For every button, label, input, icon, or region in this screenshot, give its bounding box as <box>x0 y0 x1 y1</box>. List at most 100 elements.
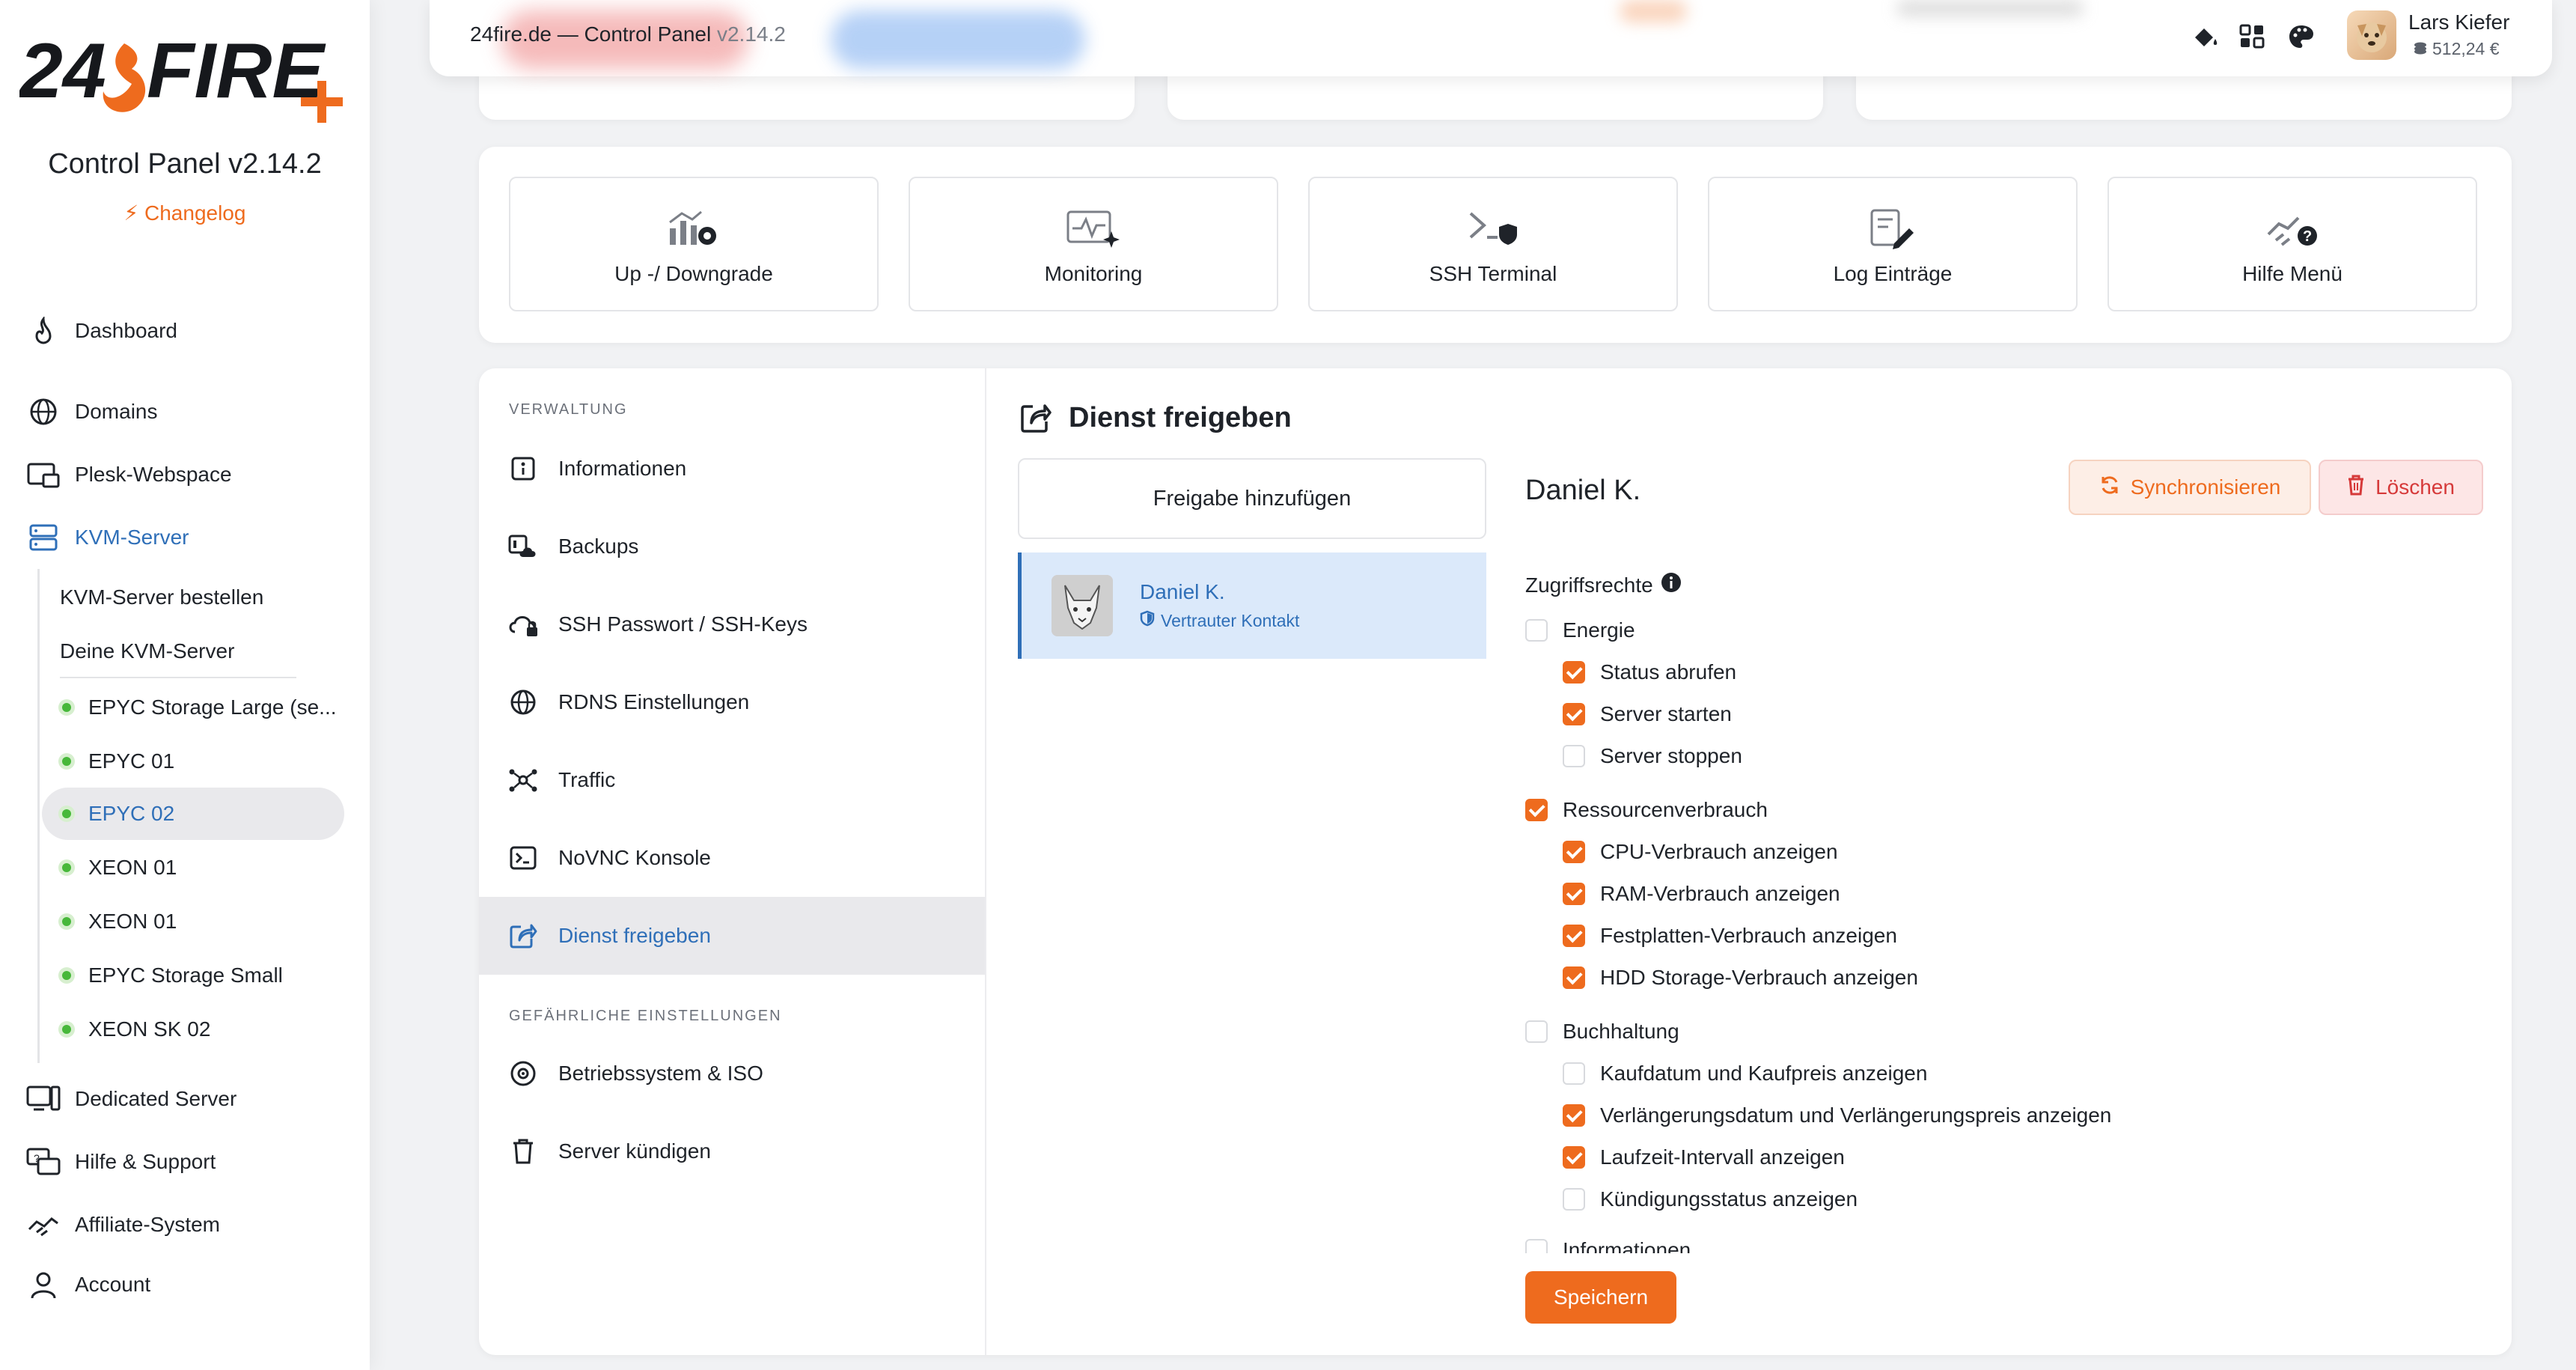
terminal-shield-icon <box>1463 202 1523 255</box>
changelog-link[interactable]: ⚡ Changelog <box>0 201 370 225</box>
shared-contact-item[interactable]: Daniel K. Vertrauter Kontakt <box>1018 552 1486 659</box>
permission-list-clip: Informationen <box>1525 1229 1974 1253</box>
main-panel: VERWALTUNG Informationen Backups SSH Pas… <box>479 368 2512 1355</box>
help-menu-button[interactable]: ? Hilfe Menü <box>2108 177 2477 311</box>
checkbox[interactable] <box>1563 1062 1585 1085</box>
checkbox[interactable] <box>1525 1239 1548 1253</box>
permission-accounting[interactable]: Buchhaltung <box>1525 1011 1679 1053</box>
server-item[interactable]: EPYC Storage Large (se... <box>42 681 344 734</box>
sidebar-item-kvm-order[interactable]: KVM-Server bestellen <box>60 575 263 620</box>
quick-actions-panel: Up -/ Downgrade Monitoring SSH Terminal … <box>479 147 2512 343</box>
sidebar-item-plesk[interactable]: Plesk-Webspace <box>25 454 232 496</box>
svg-text:?: ? <box>2303 228 2312 245</box>
checkbox[interactable] <box>1563 1188 1585 1211</box>
permission-energy[interactable]: Energie <box>1525 609 1635 651</box>
share-icon <box>506 919 540 953</box>
submenu-label: Informationen <box>558 457 687 480</box>
ssh-terminal-button[interactable]: SSH Terminal <box>1308 177 1678 311</box>
sidebar-item-dedicated[interactable]: Dedicated Server <box>25 1078 236 1120</box>
submenu-item-traffic[interactable]: Traffic <box>479 741 985 819</box>
permission-resources[interactable]: Ressourcenverbrauch <box>1525 789 1768 831</box>
user-avatar[interactable] <box>2347 10 2396 60</box>
permission-renewal[interactable]: Verlängerungsdatum und Verlängerungsprei… <box>1563 1095 2111 1136</box>
checkbox[interactable] <box>1563 745 1585 767</box>
submenu-item-ssh-keys[interactable]: SSH Passwort / SSH-Keys <box>479 585 985 663</box>
submenu-item-information[interactable]: Informationen <box>479 430 985 508</box>
save-button[interactable]: Speichern <box>1525 1271 1676 1324</box>
permission-start[interactable]: Server starten <box>1563 693 1732 735</box>
checkbox[interactable] <box>1525 619 1548 642</box>
server-item[interactable]: XEON SK 02 <box>42 1003 344 1056</box>
server-item[interactable]: EPYC 02 <box>42 788 344 840</box>
permission-disk[interactable]: Festplatten-Verbrauch anzeigen <box>1563 915 1897 957</box>
sidebar-item-support[interactable]: ? Hilfe & Support <box>25 1141 216 1183</box>
submenu-item-novnc[interactable]: NoVNC Konsole <box>479 819 985 897</box>
permission-interval[interactable]: Laufzeit-Intervall anzeigen <box>1563 1136 1845 1178</box>
checkbox[interactable] <box>1525 799 1548 821</box>
server-name: EPYC 01 <box>88 749 175 773</box>
user-name[interactable]: Lars Kiefer <box>2408 10 2509 34</box>
checkbox[interactable] <box>1563 925 1585 947</box>
sidebar-item-account[interactable]: Account <box>25 1264 150 1306</box>
submenu-label: SSH Passwort / SSH-Keys <box>558 612 808 636</box>
permission-purchase[interactable]: Kaufdatum und Kaufpreis anzeigen <box>1563 1053 1927 1095</box>
submenu-item-cancel-server[interactable]: Server kündigen <box>479 1112 985 1190</box>
monitoring-button[interactable]: Monitoring <box>909 177 1278 311</box>
sidebar-item-affiliate[interactable]: Affiliate-System <box>25 1204 220 1246</box>
section-title-text: Dienst freigeben <box>1069 401 1292 433</box>
synchronize-button[interactable]: Synchronisieren <box>2069 460 2311 515</box>
server-item[interactable]: EPYC Storage Small <box>42 949 344 1002</box>
submenu-item-share-service[interactable]: Dienst freigeben <box>479 897 985 975</box>
contact-avatar <box>1052 575 1113 636</box>
permission-label: RAM-Verbrauch anzeigen <box>1600 882 1840 905</box>
paint-bucket-icon[interactable] <box>2188 19 2223 54</box>
sidebar-item-dashboard[interactable]: Dashboard <box>25 310 177 352</box>
checkbox[interactable] <box>1563 841 1585 863</box>
submenu-item-rdns[interactable]: RDNS Einstellungen <box>479 663 985 741</box>
log-entries-button[interactable]: Log Einträge <box>1708 177 2078 311</box>
checkbox[interactable] <box>1563 703 1585 725</box>
info-icon[interactable] <box>1661 572 1682 598</box>
delete-button[interactable]: Löschen <box>2319 460 2483 515</box>
status-online-icon <box>58 913 75 930</box>
permission-cancellation[interactable]: Kündigungsstatus anzeigen <box>1563 1178 1858 1220</box>
status-online-icon <box>58 967 75 984</box>
sidebar-item-domains[interactable]: Domains <box>25 391 157 433</box>
submenu-label: Traffic <box>558 768 616 791</box>
permission-label: Laufzeit-Intervall anzeigen <box>1600 1145 1845 1169</box>
server-name: XEON 01 <box>88 856 177 879</box>
palette-icon[interactable] <box>2284 19 2319 54</box>
apps-grid-icon[interactable] <box>2236 19 2271 54</box>
checkbox[interactable] <box>1563 966 1585 989</box>
submenu-item-backups[interactable]: Backups <box>479 508 985 585</box>
checkbox[interactable] <box>1563 1104 1585 1127</box>
permission-cpu[interactable]: CPU-Verbrauch anzeigen <box>1563 831 1838 873</box>
permissions-list: Energie Status abrufen Server starten Se… <box>1525 600 2423 876</box>
sidebar-item-kvm-yours[interactable]: Deine KVM-Server <box>60 629 234 674</box>
backup-cloud-icon <box>506 529 540 564</box>
sidebar-label: KVM-Server <box>75 526 189 549</box>
checkbox[interactable] <box>1563 1146 1585 1169</box>
add-share-button[interactable]: Freigabe hinzufügen <box>1018 458 1486 539</box>
refresh-icon <box>2099 475 2120 501</box>
permission-ram[interactable]: RAM-Verbrauch anzeigen <box>1563 873 1840 915</box>
server-item[interactable]: XEON 01 <box>42 895 344 948</box>
server-item[interactable]: EPYC 01 <box>42 735 344 788</box>
blurred-element <box>1620 0 1687 22</box>
trusted-contact-label: Vertrauter Kontakt <box>1161 610 1300 630</box>
permission-hdd[interactable]: HDD Storage-Verbrauch anzeigen <box>1563 957 1918 999</box>
checkbox[interactable] <box>1563 883 1585 905</box>
submenu-item-os-iso[interactable]: Betriebssystem & ISO <box>479 1035 985 1112</box>
server-item[interactable]: XEON 01 <box>42 841 344 894</box>
permission-stop[interactable]: Server stoppen <box>1563 735 1742 777</box>
brand-logo[interactable]: 24 FIRE <box>18 22 349 127</box>
top-bar: 24fire.de — Control Panel v2.14.2 Lars K… <box>430 0 2552 76</box>
checkbox[interactable] <box>1525 1020 1548 1043</box>
permission-status[interactable]: Status abrufen <box>1563 651 1736 693</box>
upgrade-label: Up -/ Downgrade <box>614 262 773 285</box>
sidebar-item-kvm-server[interactable]: KVM-Server <box>25 517 189 558</box>
checkbox[interactable] <box>1563 661 1585 684</box>
monitoring-label: Monitoring <box>1044 262 1143 285</box>
upgrade-button[interactable]: Up -/ Downgrade <box>509 177 879 311</box>
permission-information[interactable]: Informationen <box>1525 1229 1691 1253</box>
